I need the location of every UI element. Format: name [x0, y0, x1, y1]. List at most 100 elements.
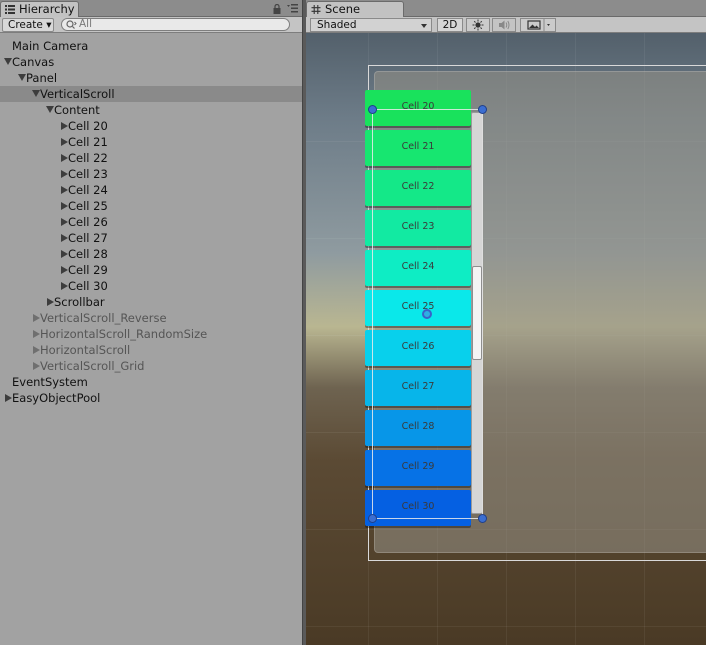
hierarchy-item[interactable]: Content: [0, 102, 302, 118]
expand-arrow-down-icon[interactable]: [4, 58, 12, 65]
expand-arrow-right-icon[interactable]: [61, 266, 68, 274]
search-field[interactable]: All: [61, 18, 290, 31]
scene-toolbar: Shaded 2D: [306, 17, 706, 33]
hierarchy-item[interactable]: HorizontalScroll_RandomSize: [0, 326, 302, 342]
hierarchy-item[interactable]: Cell 29: [0, 262, 302, 278]
scene-tabbar: Scene: [306, 0, 706, 17]
hierarchy-item[interactable]: Canvas: [0, 54, 302, 70]
expand-arrow-right-icon[interactable]: [33, 314, 40, 322]
expand-arrow-right-icon[interactable]: [33, 346, 40, 354]
rect-handle-top-left[interactable]: [368, 105, 377, 114]
audio-toggle[interactable]: [492, 18, 516, 32]
hierarchy-item-label: Cell 21: [68, 135, 108, 149]
hierarchy-item-label: VerticalScroll: [40, 87, 115, 101]
hierarchy-item[interactable]: EasyObjectPool: [0, 390, 302, 406]
shading-mode-dropdown[interactable]: Shaded: [310, 18, 432, 32]
expand-arrow-right-icon[interactable]: [61, 202, 68, 210]
expand-arrow-down-icon[interactable]: [32, 90, 40, 97]
lock-icon[interactable]: [273, 3, 281, 14]
expand-arrow-right-icon[interactable]: [33, 362, 40, 370]
hierarchy-item-label: EasyObjectPool: [12, 391, 101, 405]
chevron-down-icon: [421, 24, 427, 28]
hierarchy-item[interactable]: Cell 23: [0, 166, 302, 182]
hierarchy-tree: Main Camera Canvas Panel VerticalScroll Cont…: [0, 38, 302, 406]
tab-hierarchy-label: Hierarchy: [19, 2, 75, 16]
hierarchy-item[interactable]: Cell 28: [0, 246, 302, 262]
expand-arrow-right-icon[interactable]: [61, 218, 68, 226]
expand-arrow-right-icon[interactable]: [61, 154, 68, 162]
search-placeholder: All: [79, 18, 93, 30]
hierarchy-item[interactable]: Cell 22: [0, 150, 302, 166]
hierarchy-panel: Hierarchy Create ▾ All Main Camera Canvas…: [0, 0, 302, 645]
expand-arrow-right-icon[interactable]: [47, 298, 54, 306]
expand-arrow-down-icon[interactable]: [18, 74, 26, 81]
hierarchy-item-label: Panel: [26, 71, 58, 85]
hierarchy-item-label: Cell 29: [68, 263, 108, 277]
tab-scene[interactable]: Scene: [306, 1, 404, 17]
hierarchy-item[interactable]: VerticalScroll: [0, 86, 302, 102]
hierarchy-item-label: Cell 20: [68, 119, 108, 133]
hierarchy-item-label: Main Camera: [12, 39, 89, 53]
hierarchy-item-label: VerticalScroll_Grid: [40, 359, 145, 373]
hierarchy-item[interactable]: HorizontalScroll: [0, 342, 302, 358]
hierarchy-item[interactable]: VerticalScroll_Reverse: [0, 310, 302, 326]
hierarchy-item-label: Scrollbar: [54, 295, 105, 309]
hierarchy-item-label: Cell 24: [68, 183, 108, 197]
hierarchy-item[interactable]: Scrollbar: [0, 294, 302, 310]
expand-arrow-down-icon[interactable]: [46, 106, 54, 113]
hierarchy-item-label: Cell 27: [68, 231, 108, 245]
expand-arrow-right-icon[interactable]: [61, 234, 68, 242]
hierarchy-item[interactable]: EventSystem: [0, 374, 302, 390]
hierarchy-item-label: HorizontalScroll: [40, 343, 131, 357]
expand-arrow-right-icon[interactable]: [61, 138, 68, 146]
hierarchy-item-label: Cell 23: [68, 167, 108, 181]
search-icon: [66, 20, 77, 29]
hierarchy-item-label: Content: [54, 103, 100, 117]
shading-mode-value: Shaded: [317, 19, 357, 31]
hierarchy-item-label: Canvas: [12, 55, 55, 69]
create-button[interactable]: Create ▾: [2, 18, 54, 32]
image-icon: [527, 19, 550, 31]
rect-handle-bottom-left[interactable]: [368, 514, 377, 523]
hierarchy-item-label: Cell 28: [68, 247, 108, 261]
hierarchy-item-label: Cell 26: [68, 215, 108, 229]
rect-handle-top-right[interactable]: [478, 105, 487, 114]
hierarchy-item[interactable]: VerticalScroll_Grid: [0, 358, 302, 374]
hierarchy-tabbar: Hierarchy: [0, 0, 302, 17]
hierarchy-item[interactable]: Cell 21: [0, 134, 302, 150]
tab-hierarchy[interactable]: Hierarchy: [0, 1, 79, 17]
rect-handle-bottom-right[interactable]: [478, 514, 487, 523]
list-icon: [5, 5, 15, 14]
pivot-handle[interactable]: [422, 309, 432, 319]
hierarchy-item[interactable]: Cell 27: [0, 230, 302, 246]
expand-arrow-right-icon[interactable]: [61, 170, 68, 178]
grid-line: [306, 626, 706, 627]
hierarchy-item[interactable]: Cell 24: [0, 182, 302, 198]
scene-panel: Scene Shaded 2D Cell 30 Cell 29 Cell 28 …: [306, 0, 706, 645]
expand-arrow-right-icon[interactable]: [33, 330, 40, 338]
tab-controls: [273, 3, 298, 14]
hierarchy-item[interactable]: Cell 26: [0, 214, 302, 230]
panel-menu-icon[interactable]: [287, 4, 298, 13]
hierarchy-item[interactable]: Cell 30: [0, 278, 302, 294]
hierarchy-item[interactable]: Cell 25: [0, 198, 302, 214]
hierarchy-item-label: VerticalScroll_Reverse: [40, 311, 167, 325]
expand-arrow-right-icon[interactable]: [61, 186, 68, 194]
lighting-toggle[interactable]: [466, 18, 490, 32]
expand-arrow-right-icon[interactable]: [61, 282, 68, 290]
hierarchy-item[interactable]: Main Camera: [0, 38, 302, 54]
scene-viewport[interactable]: Cell 30 Cell 29 Cell 28 Cell 27 Cell 26 Cell …: [306, 33, 706, 645]
expand-arrow-right-icon[interactable]: [61, 122, 68, 130]
hierarchy-item-label: HorizontalScroll_RandomSize: [40, 327, 208, 341]
grid-icon: [311, 5, 321, 14]
expand-arrow-right-icon[interactable]: [5, 394, 12, 402]
2d-mode-button[interactable]: 2D: [437, 18, 463, 32]
tab-scene-label: Scene: [325, 2, 361, 16]
effects-dropdown[interactable]: [520, 18, 556, 32]
expand-arrow-right-icon[interactable]: [61, 250, 68, 258]
hierarchy-item-label: Cell 22: [68, 151, 108, 165]
sun-icon: [472, 19, 484, 31]
hierarchy-item[interactable]: Cell 20: [0, 118, 302, 134]
hierarchy-toolbar: Create ▾ All: [0, 17, 302, 33]
hierarchy-item[interactable]: Panel: [0, 70, 302, 86]
